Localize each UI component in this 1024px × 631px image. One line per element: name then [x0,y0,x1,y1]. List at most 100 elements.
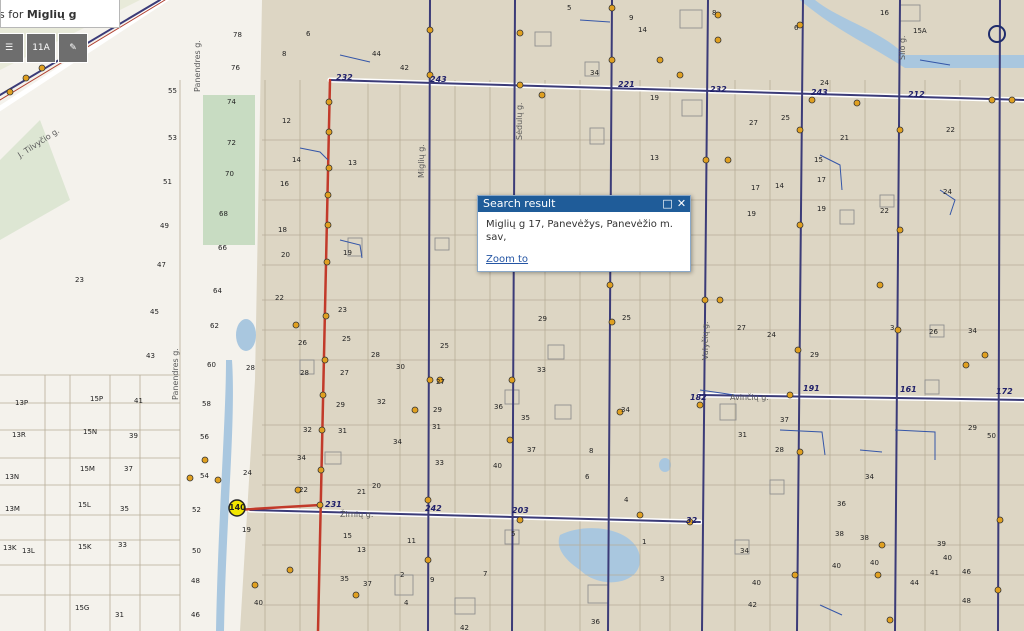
svg-text:34: 34 [740,547,749,555]
svg-text:243: 243 [811,88,828,97]
svg-text:9: 9 [629,14,633,22]
svg-text:Avinčių g.: Avinčių g. [730,392,769,402]
svg-text:54: 54 [200,472,209,480]
close-icon[interactable]: ✕ [676,198,687,209]
search-result-popup: Search result □ ✕ Miglių g 17, Panevėžys… [477,195,691,272]
svg-text:15K: 15K [78,543,92,551]
svg-text:13N: 13N [5,473,19,481]
svg-text:17: 17 [817,176,826,184]
svg-text:21: 21 [357,488,366,496]
popup-body: Miglių g 17, Panevėžys, Panevėžio m. sav… [478,212,690,266]
map-canvas[interactable]: J. Tilvyčio g. Panendres g. Panendres g.… [0,0,1024,631]
svg-text:31: 31 [115,611,124,619]
svg-text:35: 35 [120,505,129,513]
layers-button[interactable]: ☰ [0,33,24,63]
svg-text:7: 7 [483,570,487,578]
svg-text:53: 53 [168,134,177,142]
svg-text:22: 22 [275,294,284,302]
svg-text:58: 58 [202,400,211,408]
svg-text:25: 25 [622,314,631,322]
minimize-icon[interactable]: □ [662,198,673,209]
svg-text:27: 27 [340,369,349,377]
svg-text:34: 34 [968,327,977,335]
svg-text:23: 23 [75,276,84,284]
svg-text:37: 37 [124,465,133,473]
popup-title: Search result [483,197,556,210]
svg-text:35: 35 [521,414,530,422]
svg-text:31: 31 [432,423,441,431]
svg-text:9: 9 [430,576,434,584]
svg-text:60: 60 [207,361,216,369]
map-layer: J. Tilvyčio g. Panendres g. Panendres g.… [0,0,1024,631]
popup-header: Search result □ ✕ [478,196,690,212]
search-input[interactable]: s for Miglių g [0,0,120,28]
svg-text:51: 51 [163,178,172,186]
svg-text:31: 31 [738,431,747,439]
svg-text:13: 13 [348,159,357,167]
svg-text:Miglių g.: Miglių g. [417,144,426,178]
svg-text:78: 78 [233,31,242,39]
svg-text:22: 22 [880,207,889,215]
svg-text:48: 48 [191,577,200,585]
svg-text:52: 52 [192,506,201,514]
svg-text:29: 29 [336,401,345,409]
svg-text:29: 29 [968,424,977,432]
popup-address-line2: sav, [486,232,507,243]
svg-text:12: 12 [282,117,291,125]
svg-text:25: 25 [342,335,351,343]
svg-text:232: 232 [336,73,353,82]
svg-text:66: 66 [218,244,227,252]
svg-text:32: 32 [303,426,312,434]
svg-text:24: 24 [243,469,252,477]
svg-text:76: 76 [231,64,240,72]
svg-text:15A: 15A [913,27,927,35]
svg-text:31: 31 [338,427,347,435]
svg-text:45: 45 [150,308,159,316]
svg-text:35: 35 [340,575,349,583]
svg-text:33: 33 [537,366,546,374]
search-query-text: Miglių g [26,8,77,21]
svg-text:Panendres g.: Panendres g. [171,348,180,400]
svg-text:40: 40 [752,579,761,587]
svg-text:5: 5 [567,4,571,12]
svg-text:Žirnių g.: Žirnių g. [340,508,373,519]
svg-text:56: 56 [200,433,209,441]
svg-text:34: 34 [393,438,402,446]
svg-text:13P: 13P [15,399,28,407]
svg-text:6: 6 [794,24,799,32]
svg-text:43: 43 [146,352,155,360]
svg-text:64: 64 [213,287,222,295]
draw-button[interactable]: ✎ [58,33,88,63]
svg-text:28: 28 [300,369,309,377]
zoom-to-link[interactable]: Zoom to [486,253,528,266]
svg-text:28: 28 [775,446,784,454]
svg-text:14: 14 [775,182,784,190]
svg-text:30: 30 [396,363,405,371]
svg-text:17: 17 [751,184,760,192]
svg-text:20: 20 [372,482,381,490]
svg-text:29: 29 [433,406,442,414]
svg-text:212: 212 [908,90,925,99]
svg-text:42: 42 [460,624,469,631]
svg-text:46: 46 [962,568,971,576]
svg-text:243: 243 [430,75,447,84]
svg-text:22: 22 [299,486,308,494]
svg-text:37: 37 [363,580,372,588]
svg-text:24: 24 [767,331,776,339]
svg-text:14: 14 [638,26,647,34]
svg-text:26: 26 [929,328,938,336]
zoom-level-button[interactable]: 11A [26,33,56,63]
svg-text:62: 62 [210,322,219,330]
svg-text:19: 19 [650,94,659,102]
svg-text:34: 34 [621,406,630,414]
svg-text:44: 44 [372,50,381,58]
svg-text:39: 39 [937,540,946,548]
svg-text:34: 34 [590,69,599,77]
svg-text:2: 2 [400,571,404,579]
svg-text:8: 8 [712,9,716,17]
svg-text:15: 15 [814,156,823,164]
svg-text:44: 44 [910,579,919,587]
svg-text:191: 191 [803,384,820,393]
svg-text:55: 55 [168,87,177,95]
svg-text:70: 70 [225,170,234,178]
